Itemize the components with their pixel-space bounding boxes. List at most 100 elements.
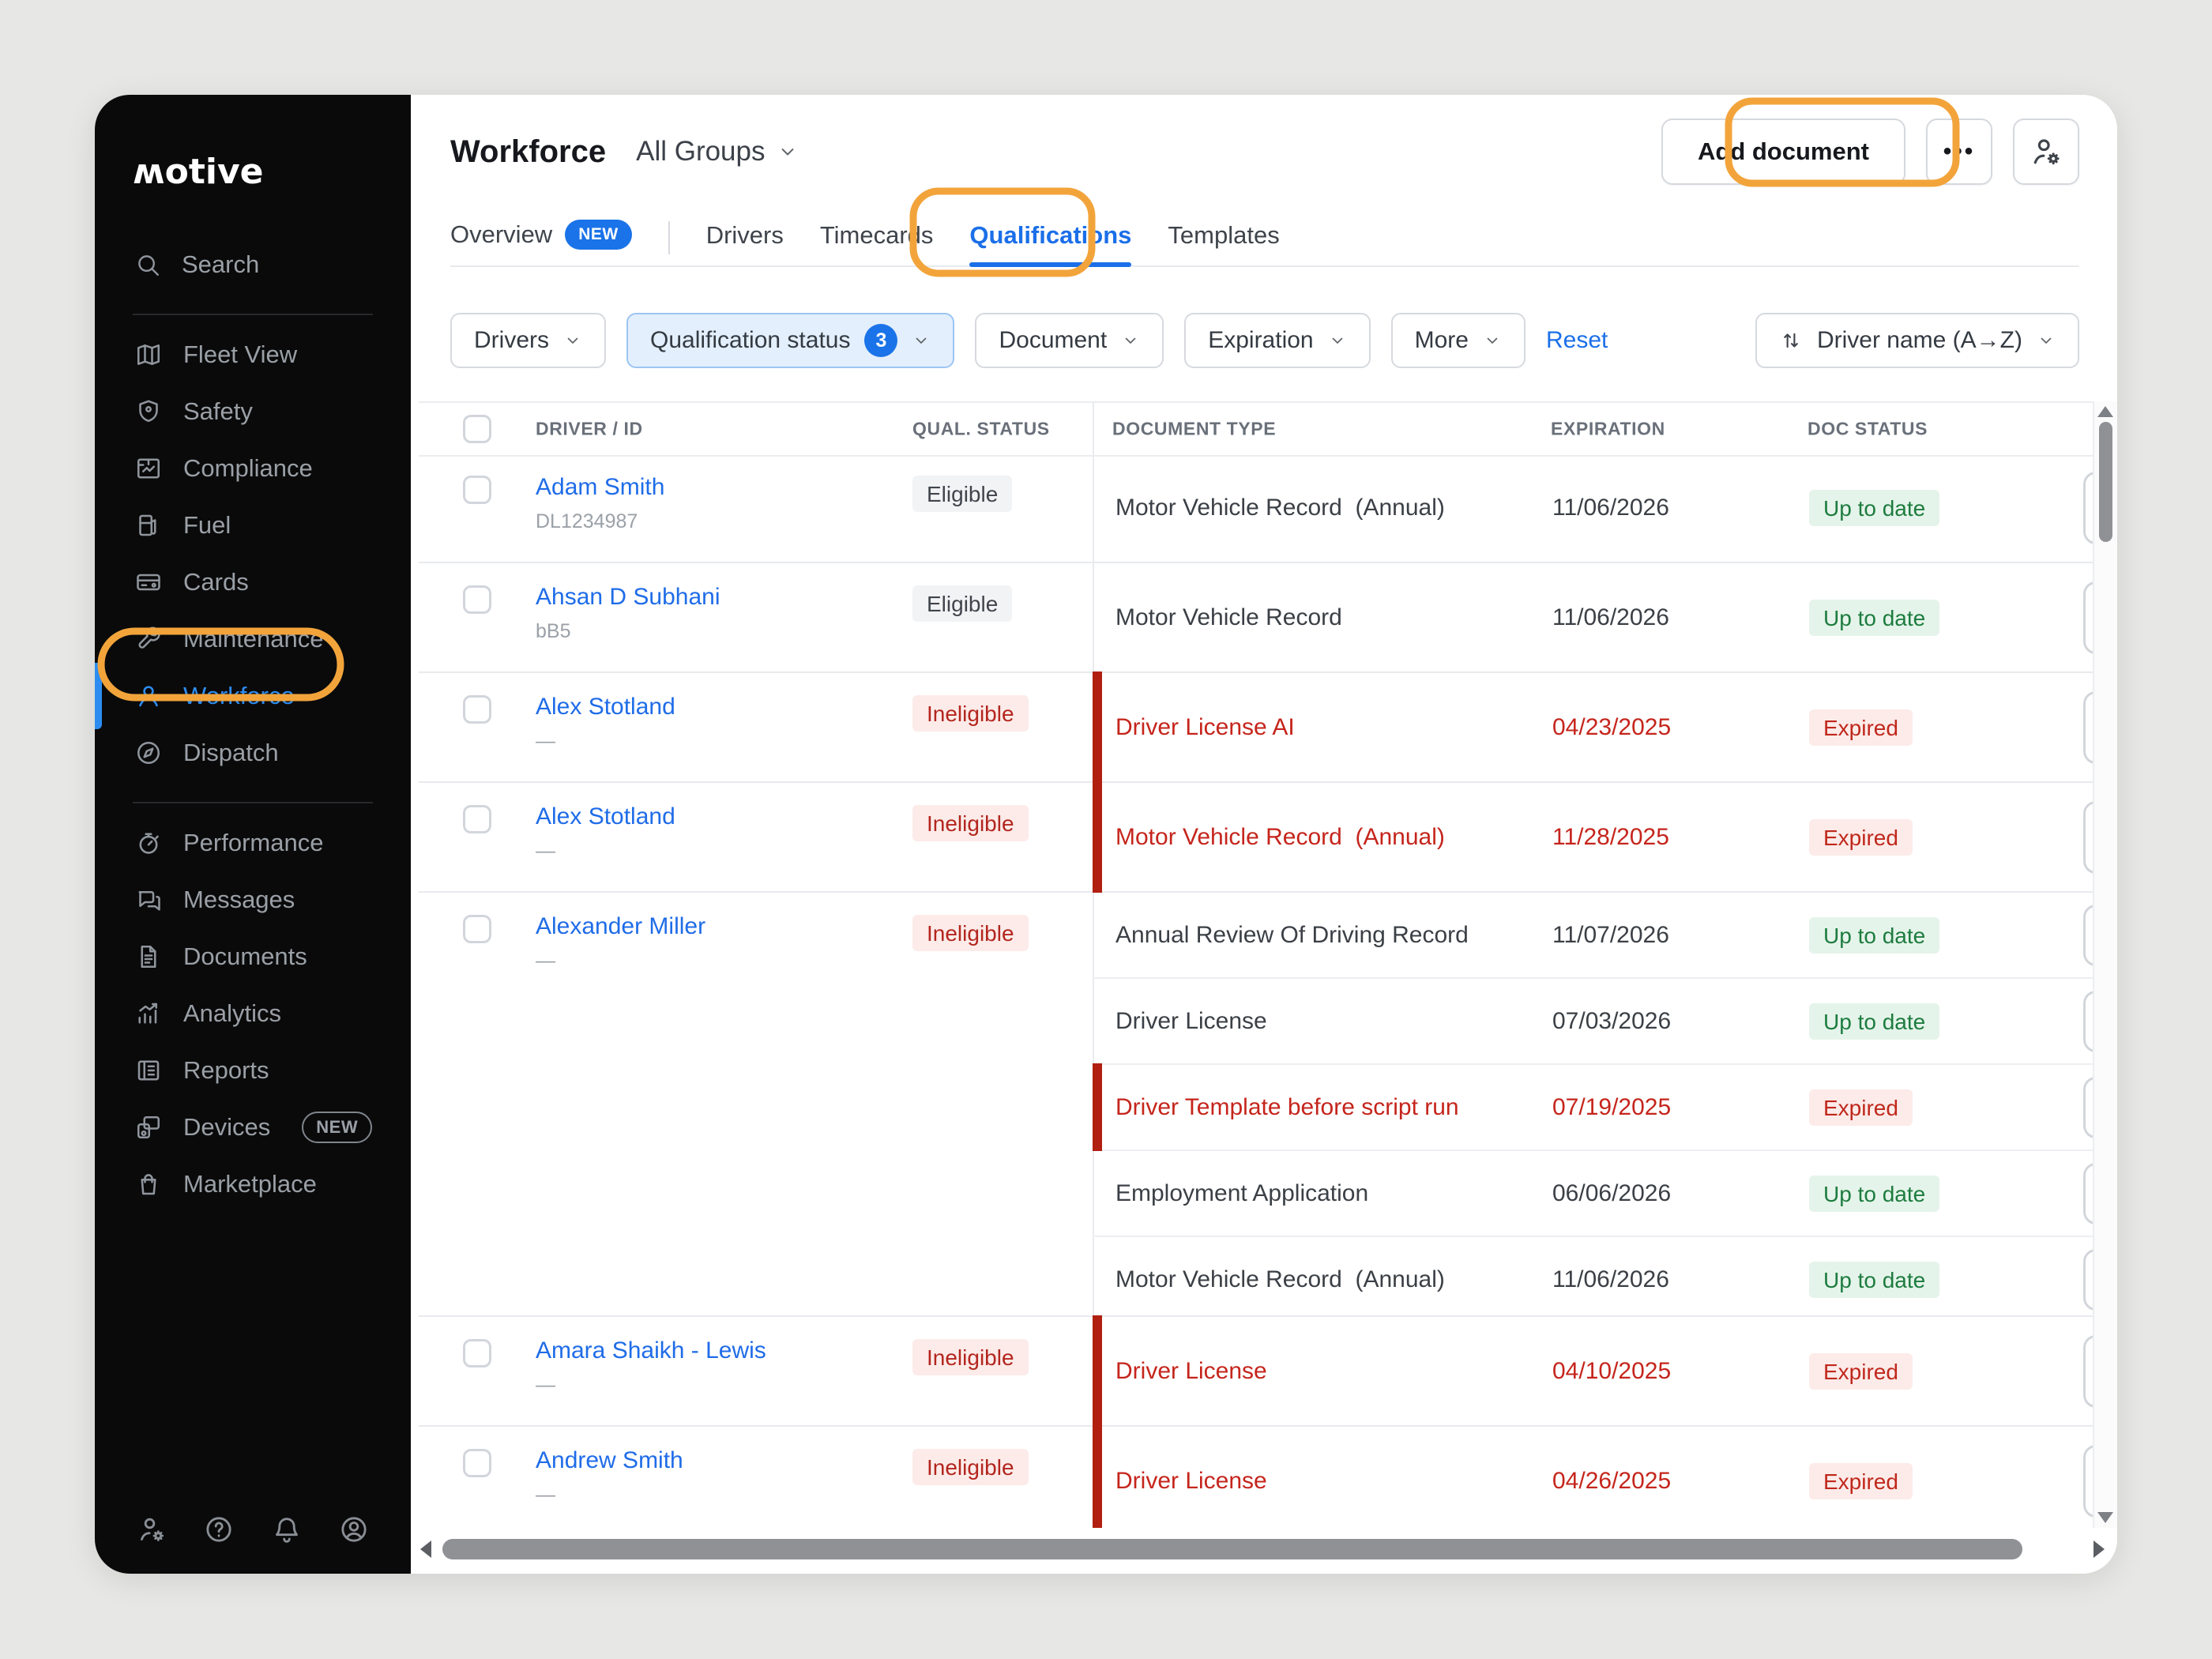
document-row[interactable]: Motor Vehicle Record11/06/2026Up to date <box>1093 563 2093 672</box>
driver-id: — <box>536 950 705 972</box>
row-action-stub[interactable] <box>2083 905 2093 966</box>
bell-icon[interactable] <box>271 1514 303 1545</box>
select-all-checkbox[interactable] <box>463 415 491 443</box>
sidebar-item-safety[interactable]: Safety <box>95 383 411 440</box>
filter-count-badge: 3 <box>864 324 897 357</box>
tab-drivers[interactable]: Drivers <box>706 221 784 265</box>
tab-divider <box>668 221 670 254</box>
scroll-right-arrow-icon[interactable] <box>2094 1540 2105 1558</box>
scroll-down-arrow-icon[interactable] <box>2097 1512 2113 1523</box>
row-action-stub[interactable] <box>2083 1249 2093 1311</box>
shield-icon <box>134 397 163 426</box>
document-row[interactable]: Annual Review Of Driving Record11/07/202… <box>1093 893 2093 979</box>
chevron-down-icon <box>2037 331 2056 350</box>
user-settings-button[interactable] <box>2013 118 2079 185</box>
document-row[interactable]: Driver License07/03/2026Up to date <box>1093 979 2093 1065</box>
sidebar-item-dispatch[interactable]: Dispatch <box>95 724 411 781</box>
tab-label: Drivers <box>706 221 784 250</box>
sidebar-item-fleet-view[interactable]: Fleet View <box>95 326 411 383</box>
vertical-scroll-thumb[interactable] <box>2099 422 2112 542</box>
chevron-down-icon <box>563 331 582 350</box>
filter-drivers[interactable]: Drivers <box>450 313 606 368</box>
row-checkbox[interactable] <box>463 476 491 504</box>
document-row[interactable]: Employment Application06/06/2026Up to da… <box>1093 1151 2093 1237</box>
row-checkbox[interactable] <box>463 1339 491 1367</box>
sidebar-item-marketplace[interactable]: Marketplace <box>95 1156 411 1213</box>
row-action-stub[interactable] <box>2083 581 2093 654</box>
row-action-stub[interactable] <box>2083 1445 2093 1518</box>
row-action-stub[interactable] <box>2083 1163 2093 1224</box>
filter-document[interactable]: Document <box>975 313 1164 368</box>
driver-link[interactable]: Ahsan D Subhani <box>536 584 720 610</box>
table-row: Alex Stotland—IneligibleMotor Vehicle Re… <box>419 783 2093 893</box>
document-row[interactable]: Driver Template before script run07/19/2… <box>1093 1065 2093 1151</box>
doc-status-badge: Up to date <box>1809 917 1939 954</box>
sidebar-item-reports[interactable]: Reports <box>95 1042 411 1099</box>
row-action-stub[interactable] <box>2083 801 2093 874</box>
tab-templates[interactable]: Templates <box>1168 221 1279 265</box>
row-action-stub[interactable] <box>2083 1077 2093 1138</box>
driver-link[interactable]: Andrew Smith <box>536 1447 683 1473</box>
horizontal-scrollbar[interactable] <box>420 1537 2084 1561</box>
user-gear-icon[interactable] <box>136 1514 167 1545</box>
sidebar-item-messages[interactable]: Messages <box>95 871 411 928</box>
driver-link[interactable]: Adam Smith <box>536 474 664 500</box>
row-checkbox[interactable] <box>463 1449 491 1477</box>
row-action-stub[interactable] <box>2083 1335 2093 1408</box>
group-selector[interactable]: All Groups <box>636 136 798 167</box>
scroll-left-arrow-icon[interactable] <box>420 1540 431 1558</box>
doc-expiration: 11/28/2025 <box>1552 824 1669 851</box>
filter-label: Document <box>999 327 1107 354</box>
sidebar-divider <box>133 314 373 315</box>
doc-status-badge: Expired <box>1809 1463 1913 1499</box>
document-row[interactable]: Driver License04/10/2025Expired <box>1093 1317 2093 1425</box>
row-checkbox[interactable] <box>463 695 491 724</box>
account-icon[interactable] <box>338 1514 370 1545</box>
filter-expiration[interactable]: Expiration <box>1184 313 1370 368</box>
sort-selector[interactable]: Driver name (A→Z) <box>1755 313 2079 368</box>
tab-timecards[interactable]: Timecards <box>820 221 934 265</box>
help-icon[interactable] <box>203 1514 235 1545</box>
tab-overview[interactable]: OverviewNEW <box>450 220 632 265</box>
filter-qualification-status[interactable]: Qualification status3 <box>626 313 954 368</box>
sidebar-item-workforce[interactable]: Workforce <box>95 668 411 724</box>
sidebar-item-cards[interactable]: Cards <box>95 554 411 611</box>
reset-filters-link[interactable]: Reset <box>1546 327 1608 354</box>
driver-link[interactable]: Alexander Miller <box>536 913 705 939</box>
sidebar-item-fuel[interactable]: Fuel <box>95 497 411 554</box>
document-row[interactable]: Motor Vehicle Record (Annual)11/06/2026U… <box>1093 453 2093 562</box>
sidebar-item-label: Messages <box>183 886 295 914</box>
vertical-scrollbar[interactable] <box>2093 401 2117 1528</box>
scroll-up-arrow-icon[interactable] <box>2097 406 2113 417</box>
add-document-button[interactable]: Add document <box>1661 118 1905 185</box>
row-action-stub[interactable] <box>2083 472 2093 544</box>
sidebar-item-label: Analytics <box>183 999 281 1028</box>
horizontal-scroll-thumb[interactable] <box>442 1539 2022 1559</box>
sidebar-item-documents[interactable]: Documents <box>95 928 411 985</box>
sidebar-item-compliance[interactable]: Compliance <box>95 440 411 497</box>
document-row[interactable]: Driver License04/26/2025Expired <box>1093 1427 2093 1528</box>
more-actions-button[interactable]: ••• <box>1926 118 1992 185</box>
row-action-stub[interactable] <box>2083 991 2093 1052</box>
sidebar-item-performance[interactable]: Performance <box>95 814 411 871</box>
driver-link[interactable]: Alex Stotland <box>536 803 675 830</box>
tab-qualifications[interactable]: Qualifications <box>969 221 1131 265</box>
driver-link[interactable]: Amara Shaikh - Lewis <box>536 1337 766 1364</box>
row-checkbox[interactable] <box>463 585 491 614</box>
sidebar-item-devices[interactable]: DevicesNEW <box>95 1099 411 1156</box>
row-checkbox[interactable] <box>463 805 491 833</box>
document-row[interactable]: Driver License AI04/23/2025Expired <box>1093 673 2093 781</box>
row-checkbox[interactable] <box>463 915 491 943</box>
document-row[interactable]: Motor Vehicle Record (Annual)11/06/2026U… <box>1093 1237 2093 1322</box>
filter-more[interactable]: More <box>1391 313 1525 368</box>
sidebar-item-maintenance[interactable]: Maintenance <box>95 611 411 668</box>
card-icon <box>134 568 163 596</box>
sidebar-search[interactable]: Search <box>95 236 411 293</box>
main-content: Workforce All Groups Add document ••• Ov… <box>411 95 2117 1574</box>
dispatch-icon <box>134 739 163 767</box>
document-row[interactable]: Motor Vehicle Record (Annual)11/28/2025E… <box>1093 783 2093 891</box>
driver-link[interactable]: Alex Stotland <box>536 694 675 720</box>
row-action-stub[interactable] <box>2083 691 2093 764</box>
sidebar-item-analytics[interactable]: Analytics <box>95 985 411 1042</box>
sidebar-item-label: Cards <box>183 568 249 596</box>
